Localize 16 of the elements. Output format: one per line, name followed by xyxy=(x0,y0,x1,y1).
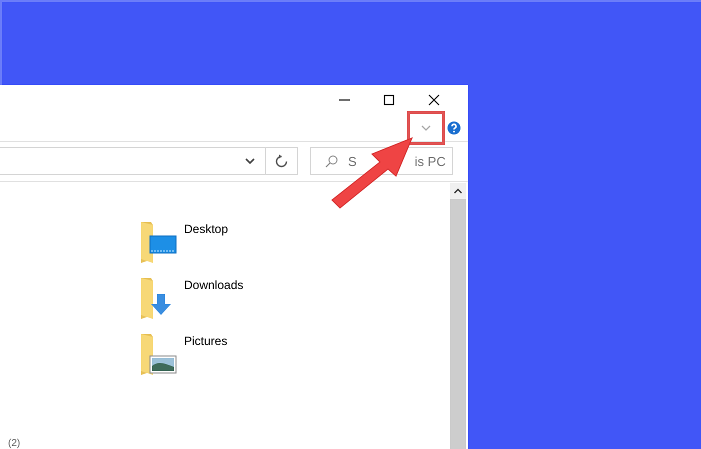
chevron-down-icon xyxy=(245,158,255,164)
folder-name[interactable]: Desktop xyxy=(184,222,228,236)
maximize-icon xyxy=(382,94,394,106)
search-icon xyxy=(325,154,338,168)
folder-name[interactable]: Pictures xyxy=(184,334,228,348)
search-placeholder: is PC xyxy=(414,154,446,168)
refresh-button[interactable] xyxy=(266,147,298,175)
scrollbar[interactable] xyxy=(450,182,466,449)
group-count: (2) xyxy=(8,438,20,449)
search-placeholder: S xyxy=(348,154,357,168)
chevron-down-icon xyxy=(421,125,431,131)
folder-name[interactable]: Downloads xyxy=(184,278,244,292)
help-icon[interactable] xyxy=(447,121,461,135)
refresh-icon xyxy=(275,154,288,168)
close-icon xyxy=(428,94,440,106)
scroll-up-icon[interactable] xyxy=(450,183,466,199)
